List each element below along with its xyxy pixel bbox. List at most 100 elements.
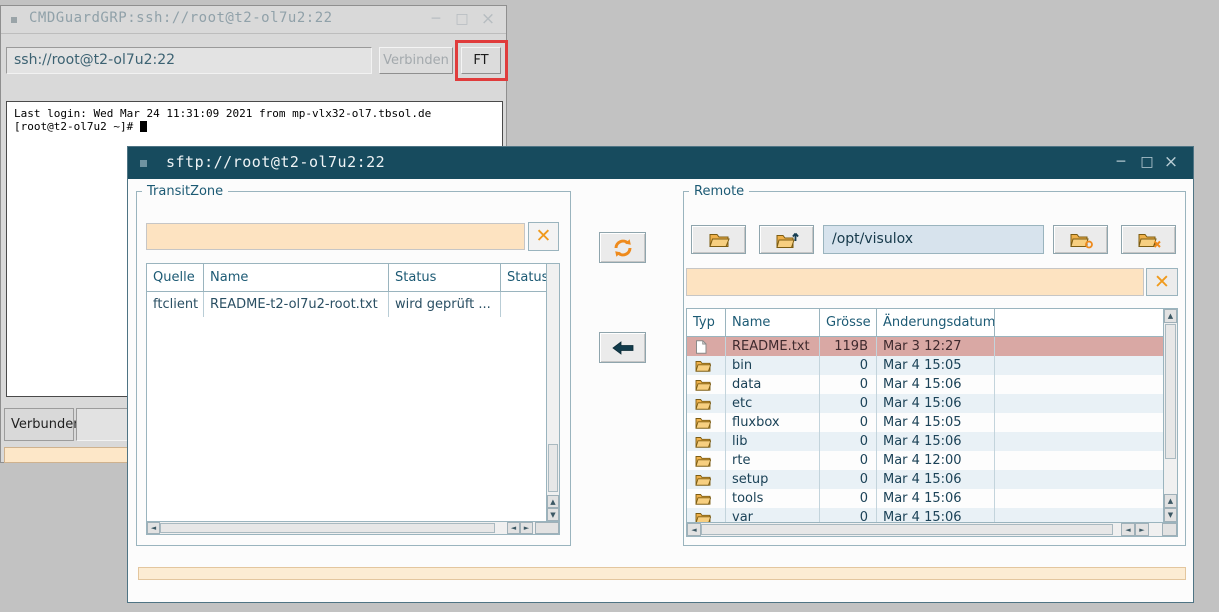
table-row[interactable]: bin0Mar 4 15:05 (687, 356, 1163, 375)
table-row[interactable]: README.txt119BMar 3 12:27 (687, 337, 1163, 356)
column-header-quelle[interactable]: Quelle (147, 264, 204, 291)
size-cell: 0 (820, 508, 877, 522)
scroll-left-button[interactable]: ◄ (147, 522, 160, 534)
name-cell: bin (726, 356, 820, 375)
maximize-icon[interactable]: □ (1137, 153, 1157, 173)
type-cell (687, 375, 726, 394)
transit-clear-button[interactable]: ✕ (528, 222, 559, 251)
date-cell: Mar 4 15:06 (877, 432, 995, 451)
date-cell: Mar 4 15:06 (877, 508, 995, 522)
column-header-status[interactable]: Status (389, 264, 501, 291)
table-row[interactable]: lib0Mar 4 15:06 (687, 432, 1163, 451)
scroll-right-button[interactable]: ► (520, 522, 533, 534)
remote-filter-input[interactable] (686, 268, 1144, 296)
date-cell: Mar 4 15:05 (877, 413, 995, 432)
sftp-titlebar[interactable]: sftp://root@t2-ol7u2:22 ─ □ × (128, 147, 1193, 179)
transit-filter-input[interactable] (146, 223, 525, 250)
scroll-down-button[interactable]: ▼ (547, 508, 559, 521)
clear-x-icon: ✕ (536, 227, 552, 246)
folder-icon (695, 397, 711, 410)
status-cell: wird geprüft ... (389, 292, 501, 317)
column-header-aenderungsdatum[interactable]: Änderungsdatum (877, 309, 995, 336)
scroll-thumb[interactable] (701, 524, 1113, 535)
connect-button[interactable]: Verbinden (379, 47, 453, 74)
transfer-left-button[interactable] (599, 332, 646, 363)
minimize-icon[interactable]: ─ (1111, 153, 1131, 173)
type-cell (687, 394, 726, 413)
folder-up-icon (775, 231, 799, 249)
table-row[interactable]: rte0Mar 4 12:00 (687, 451, 1163, 470)
column-header-status2[interactable]: Status (501, 264, 546, 291)
scroll-up-button[interactable]: ▲ (1164, 494, 1177, 508)
folder-icon (695, 435, 711, 448)
vertical-scrollbar[interactable]: ▲ ▼ (546, 264, 559, 521)
folder-icon (695, 492, 711, 505)
arrow-left-icon (612, 341, 634, 355)
date-cell: Mar 4 12:00 (877, 451, 995, 470)
scroll-thumb[interactable] (160, 523, 495, 533)
remote-table: Typ Name Grösse Änderungsdatum README.tx… (686, 308, 1178, 537)
transitzone-label: TransitZone (142, 184, 228, 199)
table-row[interactable]: tools0Mar 4 15:06 (687, 489, 1163, 508)
folder-delete-button[interactable] (1121, 225, 1176, 254)
table-row[interactable]: ftclientREADME-t2-ol7u2-root.txtwird gep… (147, 292, 546, 317)
folder-delete-icon (1137, 231, 1161, 249)
ssh-toolbar: ssh://root@t2-ol7u2:22 Verbinden FT (1, 35, 506, 90)
spacer-cell (995, 489, 1163, 508)
column-header-typ[interactable]: Typ (687, 309, 726, 336)
ft-button[interactable]: FT (461, 47, 501, 74)
folder-up-button[interactable] (759, 225, 814, 254)
terminal-line: Last login: Wed Mar 24 11:31:09 2021 fro… (14, 107, 495, 120)
minimize-icon[interactable]: ─ (426, 10, 446, 30)
scroll-right-button[interactable]: ► (1135, 523, 1149, 536)
scroll-up-button[interactable]: ▲ (1164, 309, 1177, 323)
close-icon[interactable]: × (478, 10, 498, 30)
folder-icon (695, 359, 711, 372)
folder-icon (695, 378, 711, 391)
transit-table-body: ftclientREADME-t2-ol7u2-root.txtwird gep… (147, 292, 546, 521)
scroll-thumb[interactable] (548, 444, 558, 492)
remote-table-header: Typ Name Grösse Änderungsdatum (687, 309, 1177, 337)
name-cell: setup (726, 470, 820, 489)
type-cell (687, 508, 726, 522)
type-cell (687, 413, 726, 432)
maximize-icon[interactable]: □ (452, 10, 472, 30)
table-row[interactable]: fluxbox0Mar 4 15:05 (687, 413, 1163, 432)
date-cell: Mar 4 15:06 (877, 470, 995, 489)
name-cell: rte (726, 451, 820, 470)
table-row[interactable]: etc0Mar 4 15:06 (687, 394, 1163, 413)
ssh-titlebar[interactable]: CMDGuardGRP:ssh://root@t2-ol7u2:22 ─ □ × (1, 6, 506, 34)
status2-cell (501, 292, 546, 317)
table-row[interactable]: data0Mar 4 15:06 (687, 375, 1163, 394)
spacer-cell (995, 375, 1163, 394)
column-header-groesse[interactable]: Grösse (820, 309, 877, 336)
date-cell: Mar 4 15:06 (877, 394, 995, 413)
scroll-corner (535, 522, 559, 534)
vertical-scrollbar[interactable]: ▲ ▲ ▼ (1163, 309, 1177, 522)
horizontal-scrollbar[interactable]: ◄ ◄ ► (687, 522, 1177, 536)
remote-path-field[interactable]: /opt/visulox (823, 225, 1044, 254)
ssh-window-title: CMDGuardGRP:ssh://root@t2-ol7u2:22 (29, 10, 333, 26)
close-icon[interactable]: × (1161, 153, 1181, 173)
scroll-down-button[interactable]: ▼ (1164, 508, 1177, 522)
sync-button[interactable] (599, 232, 646, 263)
ssh-address-field[interactable]: ssh://root@t2-ol7u2:22 (6, 47, 372, 74)
column-header-name[interactable]: Name (726, 309, 820, 336)
scroll-up-button[interactable]: ▲ (547, 495, 559, 508)
size-cell: 0 (820, 489, 877, 508)
column-header-name[interactable]: Name (204, 264, 389, 291)
scroll-left-button[interactable]: ◄ (687, 523, 701, 536)
horizontal-scrollbar[interactable]: ◄ ◄ ► (147, 521, 559, 534)
table-row[interactable]: var0Mar 4 15:06 (687, 508, 1163, 522)
table-row[interactable]: setup0Mar 4 15:06 (687, 470, 1163, 489)
scroll-left-button[interactable]: ◄ (507, 522, 520, 534)
remote-clear-button[interactable]: ✕ (1146, 268, 1178, 296)
clear-x-icon: ✕ (1154, 273, 1170, 292)
folder-refresh-button[interactable] (1053, 225, 1108, 254)
name-cell: fluxbox (726, 413, 820, 432)
scroll-thumb[interactable] (1165, 324, 1176, 459)
scroll-left-button[interactable]: ◄ (1121, 523, 1135, 536)
status-label: Verbunden (4, 408, 74, 441)
spacer-cell (995, 337, 1163, 356)
folder-open-button[interactable] (691, 225, 746, 254)
